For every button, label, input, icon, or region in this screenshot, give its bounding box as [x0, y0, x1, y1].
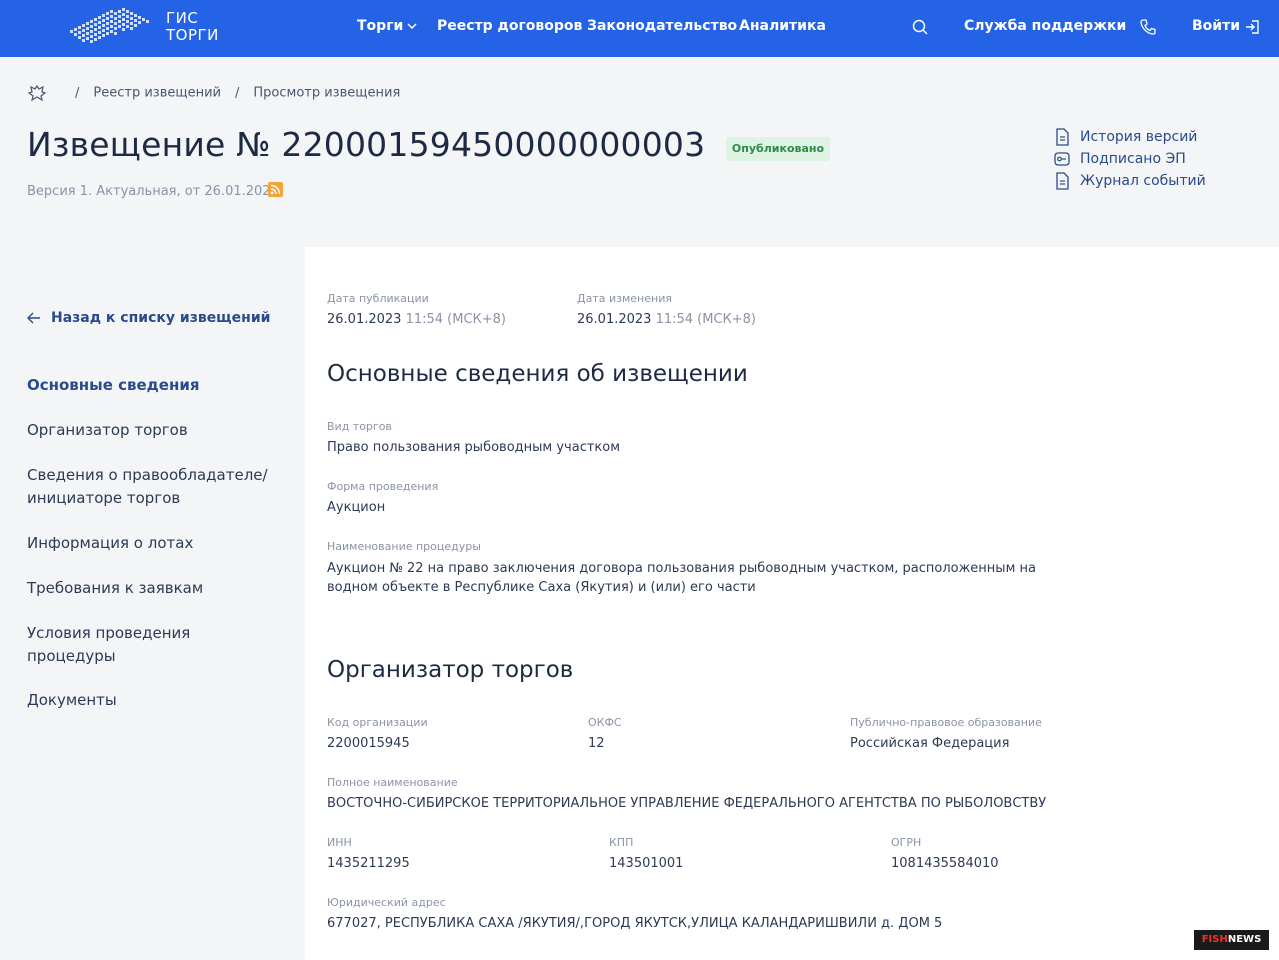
kpp-label: КПП	[609, 836, 634, 849]
support-link[interactable]: Служба поддержки	[964, 18, 1126, 34]
section-sidebar	[0, 247, 305, 960]
inn-label: ИНН	[327, 836, 352, 849]
event-log-link[interactable]: Журнал событий	[1054, 170, 1206, 192]
sidebar-item-main-info[interactable]: Основные сведения	[27, 374, 287, 397]
document-icon	[1056, 172, 1069, 190]
ppo-label: Публично-правовое образование	[850, 716, 1042, 729]
phone-icon[interactable]	[1139, 18, 1157, 36]
breadcrumb-notice-registry[interactable]: Реестр извещений	[93, 86, 221, 101]
breadcrumb: / Реестр извещений / Просмотр извещения	[27, 84, 400, 102]
document-icon	[1056, 128, 1069, 146]
version-text: Версия 1. Актуальная, от 26.01.2023	[27, 184, 279, 199]
ogrn-value: 1081435584010	[891, 856, 999, 871]
login-icon[interactable]	[1243, 18, 1261, 36]
back-to-list-label: Назад к списку извещений	[51, 310, 271, 326]
event-log-label: Журнал событий	[1080, 173, 1206, 189]
org-code-label: Код организации	[327, 716, 428, 729]
org-code-value: 2200015945	[327, 736, 410, 751]
section-heading-organizer: Организатор торгов	[327, 657, 574, 683]
changed-time: 11:54 (МСК+8)	[655, 312, 757, 327]
legal-address-label: Юридический адрес	[327, 896, 446, 909]
nav-analytics[interactable]: Аналитика	[739, 18, 826, 34]
coat-of-arms-icon[interactable]	[27, 84, 47, 102]
published-time: 11:54 (МСК+8)	[405, 312, 507, 327]
breadcrumb-separator: /	[75, 85, 80, 101]
rss-glyph	[270, 184, 281, 195]
kpp-value: 143501001	[609, 856, 684, 871]
nav-legislation[interactable]: Законодательство	[587, 18, 737, 34]
status-badge: Опубликовано	[726, 137, 830, 161]
changed-date: 26.01.2023	[577, 312, 652, 327]
signed-ep-link[interactable]: Подписано ЭП	[1054, 148, 1206, 170]
form-value: Аукцион	[327, 500, 386, 515]
changed-date-value: 26.01.2023 11:54 (МСК+8)	[577, 312, 756, 327]
published-date-value: 26.01.2023 11:54 (МСК+8)	[327, 312, 506, 327]
chevron-down-icon	[407, 23, 417, 29]
sidebar-item-conditions[interactable]: Условия проведения процедуры	[27, 622, 227, 668]
arrow-left-icon	[27, 312, 40, 324]
fishnews-watermark: FISHNEWS	[1194, 930, 1269, 950]
version-history-label: История версий	[1080, 129, 1198, 145]
russia-map-icon	[70, 8, 149, 43]
login-label: Войти	[1192, 18, 1241, 34]
back-to-list-link[interactable]: Назад к списку извещений	[27, 310, 270, 326]
watermark-part-1: FISH	[1201, 934, 1228, 945]
logo-line-1: ГИС	[166, 9, 199, 27]
rss-icon[interactable]	[268, 182, 283, 197]
published-date: 26.01.2023	[327, 312, 402, 327]
breadcrumb-notice-view: Просмотр извещения	[253, 85, 401, 101]
logo-text: ГИС ТОРГИ	[166, 10, 219, 44]
okfs-value: 12	[588, 736, 605, 751]
top-header: ГИС ТОРГИ Торги Реестр договоров Законод…	[0, 0, 1279, 57]
auction-type-value: Право пользования рыбоводным участком	[327, 440, 621, 455]
section-heading-main-info: Основные сведения об извещении	[327, 361, 748, 387]
notice-side-links: История версий Подписано ЭП Журнал событ…	[1054, 126, 1206, 192]
gis-torgi-logo[interactable]: ГИС ТОРГИ	[68, 6, 228, 50]
sidebar-item-requirements[interactable]: Требования к заявкам	[27, 577, 287, 600]
form-label: Форма проведения	[327, 480, 439, 493]
login-button[interactable]: Войти	[1192, 18, 1240, 34]
signed-ep-label: Подписано ЭП	[1080, 151, 1186, 167]
search-icon[interactable]	[911, 18, 929, 36]
auction-type-label: Вид торгов	[327, 420, 392, 433]
changed-date-label: Дата изменения	[577, 292, 672, 305]
sidebar-item-organizer[interactable]: Организатор торгов	[27, 419, 287, 442]
inn-value: 1435211295	[327, 856, 410, 871]
procedure-name-label: Наименование процедуры	[327, 540, 481, 553]
breadcrumb-separator: /	[235, 85, 240, 101]
full-name-label: Полное наименование	[327, 776, 458, 789]
ppo-value: Российская Федерация	[850, 736, 1010, 751]
page-title: Извещение № 22000159450000000003	[27, 125, 706, 164]
key-icon	[1054, 152, 1070, 166]
ogrn-label: ОГРН	[891, 836, 922, 849]
nav-torgi-label: Торги	[357, 18, 404, 34]
published-date-label: Дата публикации	[327, 292, 429, 305]
legal-address-value: 677027, РЕСПУБЛИКА САХА /ЯКУТИЯ/,ГОРОД Я…	[327, 916, 943, 931]
full-name-value: ВОСТОЧНО-СИБИРСКОЕ ТЕРРИТОРИАЛЬНОЕ УПРАВ…	[327, 796, 1047, 811]
nav-contracts-registry[interactable]: Реестр договоров	[437, 18, 582, 34]
nav-torgi[interactable]: Торги	[357, 18, 417, 34]
procedure-name-value: Аукцион № 22 на право заключения договор…	[327, 561, 1036, 595]
okfs-label: ОКФС	[588, 716, 622, 729]
logo-line-2: ТОРГИ	[166, 26, 219, 44]
watermark-part-2: NEWS	[1227, 934, 1262, 945]
main-content	[305, 247, 1279, 960]
version-history-link[interactable]: История версий	[1054, 126, 1206, 148]
sidebar-item-rightholder[interactable]: Сведения о правообладателе/ инициаторе т…	[27, 464, 277, 510]
sidebar-item-documents[interactable]: Документы	[27, 689, 287, 712]
sidebar-item-lots[interactable]: Информация о лотах	[27, 532, 287, 555]
